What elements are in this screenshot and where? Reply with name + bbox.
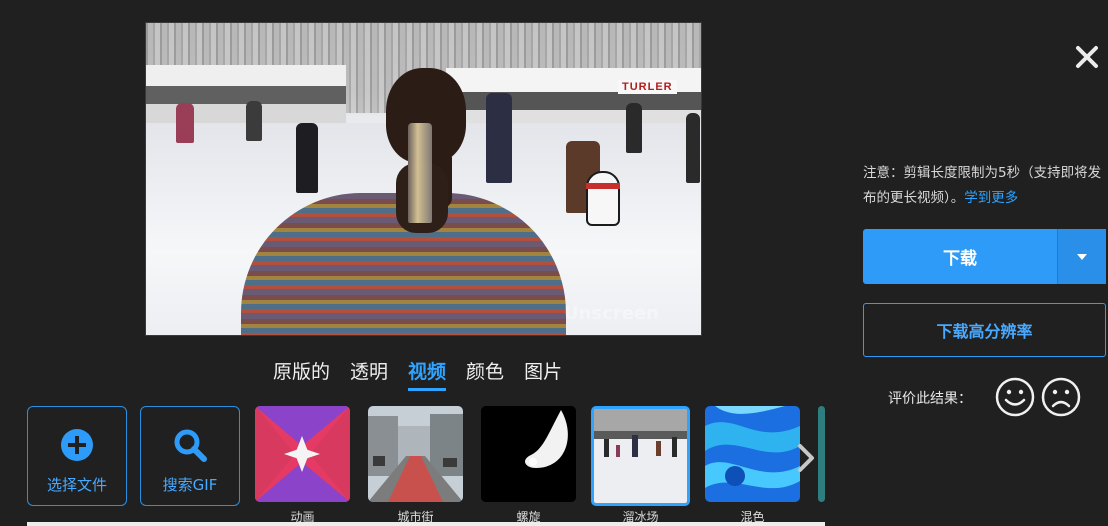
thumb-color-mix[interactable] xyxy=(705,406,800,502)
preview-skater xyxy=(686,113,700,183)
choose-file-button[interactable]: 选择文件 xyxy=(27,406,127,506)
rate-result-label: 评价此结果： xyxy=(888,391,972,407)
preview-skater xyxy=(176,103,194,143)
download-dropdown[interactable] xyxy=(1057,229,1106,284)
chevron-right-icon[interactable] xyxy=(795,443,817,473)
preview-penguin-prop xyxy=(586,171,620,226)
thumb-ice-rink[interactable] xyxy=(591,406,690,506)
choose-file-label: 选择文件 xyxy=(46,476,107,494)
thumb-spiral[interactable] xyxy=(481,406,576,502)
sad-face-icon[interactable] xyxy=(1041,377,1081,417)
search-gif-button[interactable]: 搜索GIF xyxy=(140,406,240,506)
download-button[interactable]: 下载 xyxy=(863,229,1106,284)
download-hd-button[interactable]: 下载高分辨率 xyxy=(863,303,1106,357)
tab-original[interactable]: 原版的 xyxy=(273,357,330,388)
preview-skater xyxy=(296,123,318,193)
caret-down-icon xyxy=(1077,253,1087,260)
city-street-pattern xyxy=(368,406,463,502)
close-icon[interactable] xyxy=(1074,44,1100,70)
animation-pattern xyxy=(255,406,350,502)
tab-transparent[interactable]: 透明 xyxy=(350,357,388,388)
preview-skater xyxy=(626,103,642,153)
video-preview: TURLER Unscreen xyxy=(145,22,702,336)
preview-skater xyxy=(486,93,512,183)
color-mix-pattern xyxy=(705,406,800,502)
smile-face-icon[interactable] xyxy=(995,377,1035,417)
plus-circle-icon xyxy=(61,429,93,461)
spiral-pattern xyxy=(481,406,576,502)
background-mode-tabs: 原版的 透明 视频 颜色 图片 xyxy=(273,357,562,391)
background-picker: 选择文件 搜索GIF 动画 城市街 螺旋 溜冰场 混色 xyxy=(27,406,825,526)
thumb-city-street[interactable] xyxy=(368,406,463,502)
preview-watermark: Unscreen xyxy=(564,303,659,324)
strip-bottom-border xyxy=(27,522,825,526)
download-label: 下载 xyxy=(943,249,977,269)
clip-length-note: 注意：剪辑长度限制为5秒（支持即将发布的更长视频）。学到更多 xyxy=(863,161,1108,211)
preview-champagne-glass xyxy=(408,123,432,223)
tab-color[interactable]: 颜色 xyxy=(466,357,504,388)
learn-more-link[interactable]: 学到更多 xyxy=(964,190,1018,206)
tab-image[interactable]: 图片 xyxy=(524,357,562,388)
search-gif-label: 搜索GIF xyxy=(162,476,218,494)
preview-skater xyxy=(246,101,262,141)
editor-root: TURLER Unscreen 原版的 透明 视频 颜色 图片 选择文件 搜索G… xyxy=(0,0,1108,526)
thumb-partial[interactable] xyxy=(818,406,825,502)
thumb-animation[interactable] xyxy=(255,406,350,502)
search-icon xyxy=(174,429,207,462)
preview-sign: TURLER xyxy=(618,80,677,94)
ice-rink-pattern xyxy=(594,409,687,503)
tab-video[interactable]: 视频 xyxy=(408,357,447,391)
preview-penguin-scarf xyxy=(586,183,620,189)
preview-building-right xyxy=(446,68,701,128)
